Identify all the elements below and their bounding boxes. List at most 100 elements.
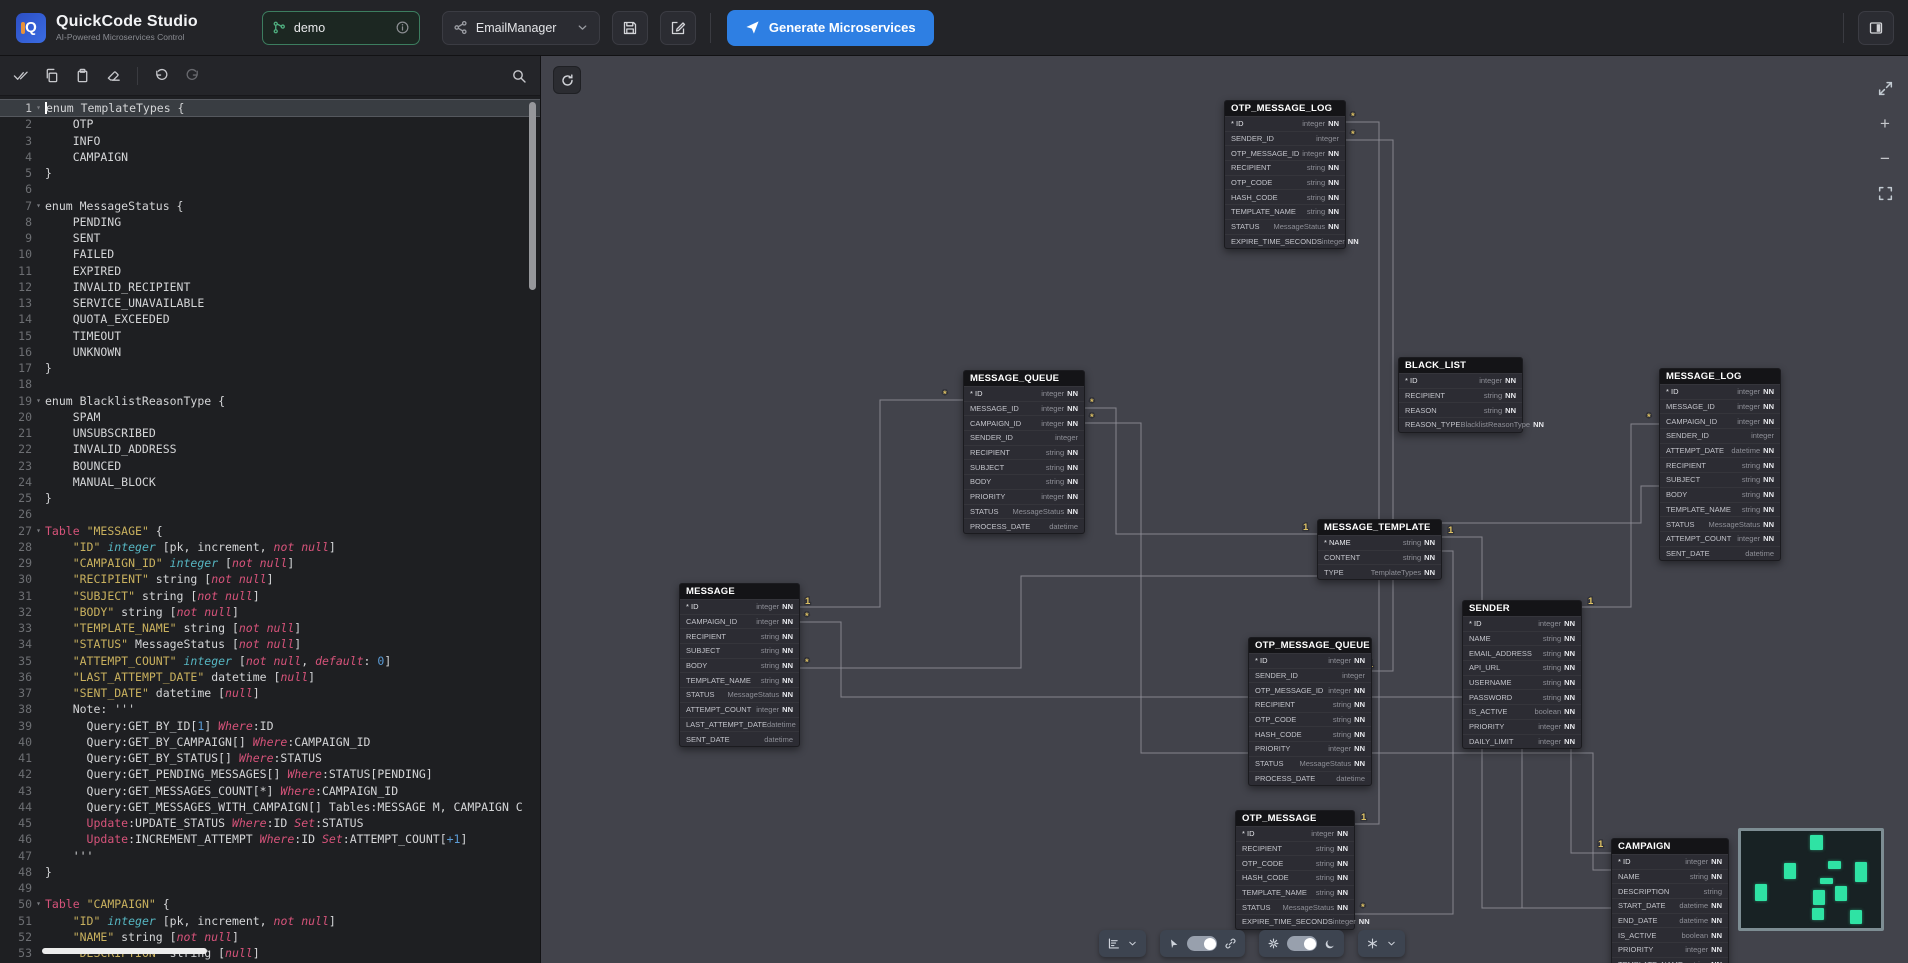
table-header[interactable]: OTP_MESSAGE_QUEUE: [1249, 638, 1371, 653]
diagram-table-otp_message[interactable]: OTP_MESSAGE * ID integerNN RECIPIENT str…: [1235, 810, 1355, 930]
diagram-canvas[interactable]: 1**1*1**1**1*11* OTP_MESSAGE_LOG * ID in…: [541, 56, 1908, 963]
table-field-row: OTP_CODE stringNN: [1236, 855, 1354, 870]
expand-view-button[interactable]: [1875, 78, 1895, 98]
table-field-row: SUBJECT stringNN: [1660, 472, 1780, 487]
code-line: 43 Query:GET_MESSAGES_COUNT[*] Where:CAM…: [0, 783, 540, 799]
diagram-table-message_queue[interactable]: MESSAGE_QUEUE * ID integerNN MESSAGE_ID …: [963, 370, 1085, 534]
edit-button[interactable]: [660, 11, 696, 45]
redo-icon[interactable]: [185, 68, 200, 83]
table-header[interactable]: MESSAGE_TEMPLATE: [1318, 520, 1441, 535]
code-editor[interactable]: 1▾enum TemplateTypes {2 OTP3 INFO4 CAMPA…: [0, 96, 540, 963]
generate-label: Generate Microservices: [769, 20, 916, 35]
table-field-row: ATTEMPT_COUNT integerNN: [1660, 531, 1780, 546]
code-line: 51 "ID" integer [pk, increment, not null…: [0, 913, 540, 929]
generate-microservices-button[interactable]: Generate Microservices: [727, 10, 934, 46]
code-line: 25}: [0, 490, 540, 506]
table-field-row: RECIPIENT stringNN: [964, 445, 1084, 460]
table-header[interactable]: CAMPAIGN: [1612, 839, 1728, 854]
relationship-edge: [800, 400, 963, 607]
table-field-row: RECIPIENT stringNN: [1399, 388, 1522, 403]
diagram-table-sender[interactable]: SENDER * ID integerNN NAME stringNN EMAI…: [1462, 600, 1582, 749]
code-line: 4 CAMPAIGN: [0, 149, 540, 165]
table-field-row: CAMPAIGN_ID integerNN: [680, 614, 799, 629]
module-select[interactable]: EmailManager: [442, 11, 600, 45]
code-line: 36 "LAST_ATTEMPT_DATE" datetime [null]: [0, 669, 540, 685]
cardinality-label: *: [1351, 111, 1355, 122]
table-field-row: STATUS MessageStatusNN: [680, 687, 799, 702]
save-button[interactable]: [612, 11, 648, 45]
vertical-scrollbar[interactable]: [529, 102, 536, 290]
header-bar: Q QuickCode Studio AI-Powered Microservi…: [0, 0, 1908, 56]
diagram-table-message_log[interactable]: MESSAGE_LOG * ID integerNN MESSAGE_ID in…: [1659, 368, 1781, 561]
code-line: 33 "TEMPLATE_NAME" string [not null]: [0, 620, 540, 636]
table-field-row: SENT_DATE datetime: [680, 731, 799, 746]
table-field-row: STATUS MessageStatusNN: [1249, 756, 1371, 771]
table-header[interactable]: OTP_MESSAGE: [1236, 811, 1354, 826]
table-field-row: PASSWORD stringNN: [1463, 689, 1581, 704]
table-field-row: SENT_DATE datetime: [1660, 546, 1780, 561]
snowflake-icon: [1366, 937, 1379, 950]
layout-menu[interactable]: [1099, 930, 1146, 957]
minimap[interactable]: [1738, 828, 1884, 931]
fit-view-button[interactable]: [1875, 183, 1895, 203]
table-field-row: HASH_CODE stringNN: [1249, 726, 1371, 741]
table-header[interactable]: OTP_MESSAGE_LOG: [1225, 101, 1345, 116]
table-field-row: * ID integerNN: [680, 599, 799, 614]
table-field-row: EXPIRE_TIME_SECONDS integerNN: [1236, 914, 1354, 929]
project-name-input[interactable]: [294, 21, 388, 35]
theme-toggle[interactable]: [1259, 930, 1344, 957]
diagram-table-black_list[interactable]: BLACK_LIST * ID integerNN RECIPIENT stri…: [1398, 357, 1523, 433]
rocket-icon: [745, 20, 760, 35]
diagram-table-message_template[interactable]: MESSAGE_TEMPLATE * NAME stringNN CONTENT…: [1317, 519, 1442, 580]
diagram-table-otp_message_queue[interactable]: OTP_MESSAGE_QUEUE * ID integerNN SENDER_…: [1248, 637, 1372, 786]
table-field-row: PRIORITY integerNN: [1463, 719, 1581, 734]
undo-icon[interactable]: [154, 68, 169, 83]
table-field-row: NAME stringNN: [1463, 631, 1581, 646]
table-header[interactable]: SENDER: [1463, 601, 1581, 616]
canvas-toolbar: [541, 930, 1908, 957]
code-line: 13 SERVICE_UNAVAILABLE: [0, 295, 540, 311]
zoom-in-button[interactable]: +: [1875, 113, 1895, 133]
toggle-switch[interactable]: [1187, 936, 1217, 951]
table-field-row: NAME stringNN: [1612, 869, 1728, 884]
minus-icon: −: [1880, 150, 1890, 167]
table-field-row: EXPIRE_TIME_SECONDS integerNN: [1225, 234, 1345, 249]
freeze-menu[interactable]: [1358, 930, 1405, 957]
table-field-row: RECIPIENT stringNN: [1225, 160, 1345, 175]
table-header[interactable]: MESSAGE_QUEUE: [964, 371, 1084, 386]
copy-icon[interactable]: [44, 68, 59, 83]
cardinality-label: 1: [1303, 522, 1309, 533]
code-line: 48}: [0, 864, 540, 880]
paste-icon[interactable]: [75, 68, 90, 83]
horizontal-scrollbar[interactable]: [42, 948, 207, 954]
search-icon[interactable]: [511, 68, 527, 84]
code-line: 30 "RECIPIENT" string [not null]: [0, 571, 540, 587]
table-field-row: OTP_CODE stringNN: [1225, 175, 1345, 190]
cardinality-label: *: [943, 389, 947, 400]
code-line: 27▾Table "MESSAGE" {: [0, 523, 540, 539]
table-header[interactable]: MESSAGE_LOG: [1660, 369, 1780, 384]
editor-toolbar: [0, 56, 540, 96]
cardinality-label: 1: [1598, 839, 1604, 850]
code-line: 45 Update:UPDATE_STATUS Where:ID Set:STA…: [0, 815, 540, 831]
refresh-layout-button[interactable]: [553, 66, 581, 94]
minimap-table-marker: [1820, 878, 1833, 884]
table-header[interactable]: BLACK_LIST: [1399, 358, 1522, 373]
diagram-table-otp_message_log[interactable]: OTP_MESSAGE_LOG * ID integerNN SENDER_ID…: [1224, 100, 1346, 249]
code-line: 3 INFO: [0, 133, 540, 149]
pointer-mode-toggle[interactable]: [1160, 930, 1245, 957]
zoom-out-button[interactable]: −: [1875, 148, 1895, 168]
check-all-icon[interactable]: [13, 68, 28, 83]
panel-toggle-button[interactable]: [1858, 11, 1894, 45]
plus-icon: +: [1880, 115, 1890, 132]
table-field-row: RECIPIENT stringNN: [680, 628, 799, 643]
toggle-switch[interactable]: [1287, 936, 1317, 951]
table-field-row: * ID integerNN: [964, 386, 1084, 401]
code-line: 18: [0, 376, 540, 392]
eraser-icon[interactable]: [106, 68, 121, 83]
project-name-field[interactable]: [262, 11, 420, 45]
diagram-table-message[interactable]: MESSAGE * ID integerNN CAMPAIGN_ID integ…: [679, 583, 800, 747]
info-icon[interactable]: [395, 20, 410, 35]
table-header[interactable]: MESSAGE: [680, 584, 799, 599]
relationship-edge: [1085, 408, 1317, 534]
